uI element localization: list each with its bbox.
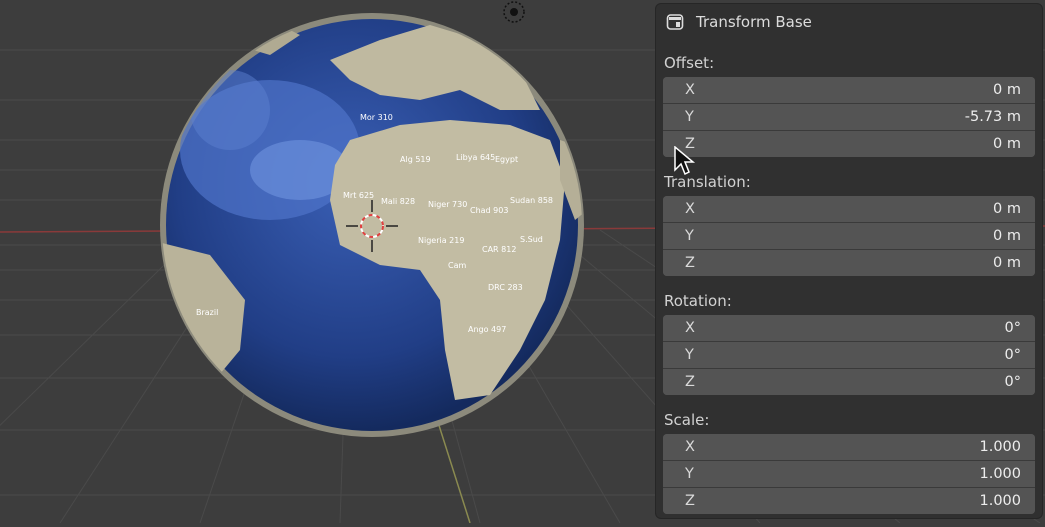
transform-base-panel: Transform Base Offset: X 0 m Y -5.73 mZ0 m Tr… bbox=[656, 4, 1042, 518]
field-value: 0 m bbox=[993, 255, 1021, 271]
field-value: 0 m bbox=[993, 228, 1021, 244]
field-value: 0° bbox=[1004, 320, 1021, 336]
field-value: 0 m bbox=[993, 201, 1021, 217]
number-field-x[interactable]: X 1.000 bbox=[663, 434, 1035, 460]
section-label: Scale: bbox=[664, 411, 710, 429]
field-axis-label: Z bbox=[685, 255, 695, 271]
number-field-z[interactable]: Z 0 m bbox=[663, 249, 1035, 276]
field-axis-label: Y bbox=[685, 109, 694, 125]
field-group: X 0 m Y 0 m Z 0 m bbox=[663, 196, 1035, 276]
globe-label-car: CAR 812 bbox=[482, 245, 516, 254]
section-label: Offset: bbox=[664, 54, 715, 72]
field-group: X 0 m Y -5.73 m Z0 m bbox=[663, 77, 1035, 157]
field-value: 1.000 bbox=[979, 466, 1021, 482]
globe-label-brazil: Brazil bbox=[196, 308, 218, 317]
number-field-x[interactable]: X 0 m bbox=[663, 196, 1035, 222]
number-field-y[interactable]: Y 0° bbox=[663, 341, 1035, 368]
field-axis-label: X bbox=[685, 439, 695, 455]
field-group: X 1.000 Y 1.000 Z 1.000 bbox=[663, 434, 1035, 514]
globe-label-egypt: Egypt bbox=[495, 155, 518, 164]
field-axis-label: Y bbox=[685, 228, 694, 244]
field-axis-label: Z bbox=[685, 493, 695, 509]
number-field-y[interactable]: Y -5.73 m bbox=[663, 103, 1035, 130]
field-value: 0 m bbox=[993, 82, 1021, 98]
globe-label-drc: DRC 283 bbox=[488, 283, 523, 292]
field-value: 0° bbox=[1004, 374, 1021, 390]
field-value: 1.000 bbox=[979, 493, 1021, 509]
field-axis-label: Z bbox=[685, 374, 695, 390]
number-field-y[interactable]: Y 0 m bbox=[663, 222, 1035, 249]
number-field-z[interactable]: Z0 m bbox=[663, 130, 1035, 157]
mouse-pointer-icon bbox=[674, 146, 696, 176]
field-group: X 0° Y 0° Z 0° bbox=[663, 315, 1035, 395]
panel-header[interactable]: Transform Base bbox=[656, 4, 1042, 40]
panel-icon bbox=[666, 14, 684, 30]
field-axis-label: X bbox=[685, 82, 695, 98]
globe-label-cam: Cam bbox=[448, 261, 466, 270]
section-scale: Scale: X 1.000 Y 1.000 Z 1.000 bbox=[656, 411, 1042, 514]
globe-label-mor: Mor 310 bbox=[360, 113, 393, 122]
section-rotation: Rotation: X 0° Y 0° Z 0° bbox=[656, 292, 1042, 395]
number-field-z[interactable]: Z 1.000 bbox=[663, 487, 1035, 514]
panel-title: Transform Base bbox=[696, 13, 812, 31]
section-offset: Offset: X 0 m Y -5.73 m Z0 m bbox=[656, 54, 1042, 157]
globe-label-alg: Alg 519 bbox=[400, 155, 431, 164]
field-value: 1.000 bbox=[979, 439, 1021, 455]
globe-label-nigeria: Nigeria 219 bbox=[418, 236, 464, 245]
field-value: -5.73 m bbox=[964, 109, 1021, 125]
field-axis-label: X bbox=[685, 201, 695, 217]
section-label: Translation: bbox=[664, 173, 751, 191]
field-value: 0 m bbox=[993, 136, 1021, 152]
field-value: 0° bbox=[1004, 347, 1021, 363]
globe-label-libya: Libya 645 bbox=[456, 153, 495, 162]
number-field-y[interactable]: Y 1.000 bbox=[663, 460, 1035, 487]
globe-label-mrt: Mrt 625 bbox=[343, 191, 374, 200]
number-field-x[interactable]: X 0° bbox=[663, 315, 1035, 341]
globe-label-angola: Ango 497 bbox=[468, 325, 506, 334]
number-field-z[interactable]: Z 0° bbox=[663, 368, 1035, 395]
number-field-x[interactable]: X 0 m bbox=[663, 77, 1035, 103]
field-axis-label: Y bbox=[685, 466, 694, 482]
globe-label-ssud: S.Sud bbox=[520, 235, 543, 244]
field-axis-label: X bbox=[685, 320, 695, 336]
globe-label-sudan: Sudan 858 bbox=[510, 196, 553, 205]
globe-label-chad: Chad 903 bbox=[470, 206, 508, 215]
section-label: Rotation: bbox=[664, 292, 732, 310]
section-translation: Translation: X 0 m Y 0 m Z 0 m bbox=[656, 173, 1042, 276]
globe-label-niger: Niger 730 bbox=[428, 200, 467, 209]
globe-label-mali: Mali 828 bbox=[381, 197, 415, 206]
field-axis-label: Y bbox=[685, 347, 694, 363]
